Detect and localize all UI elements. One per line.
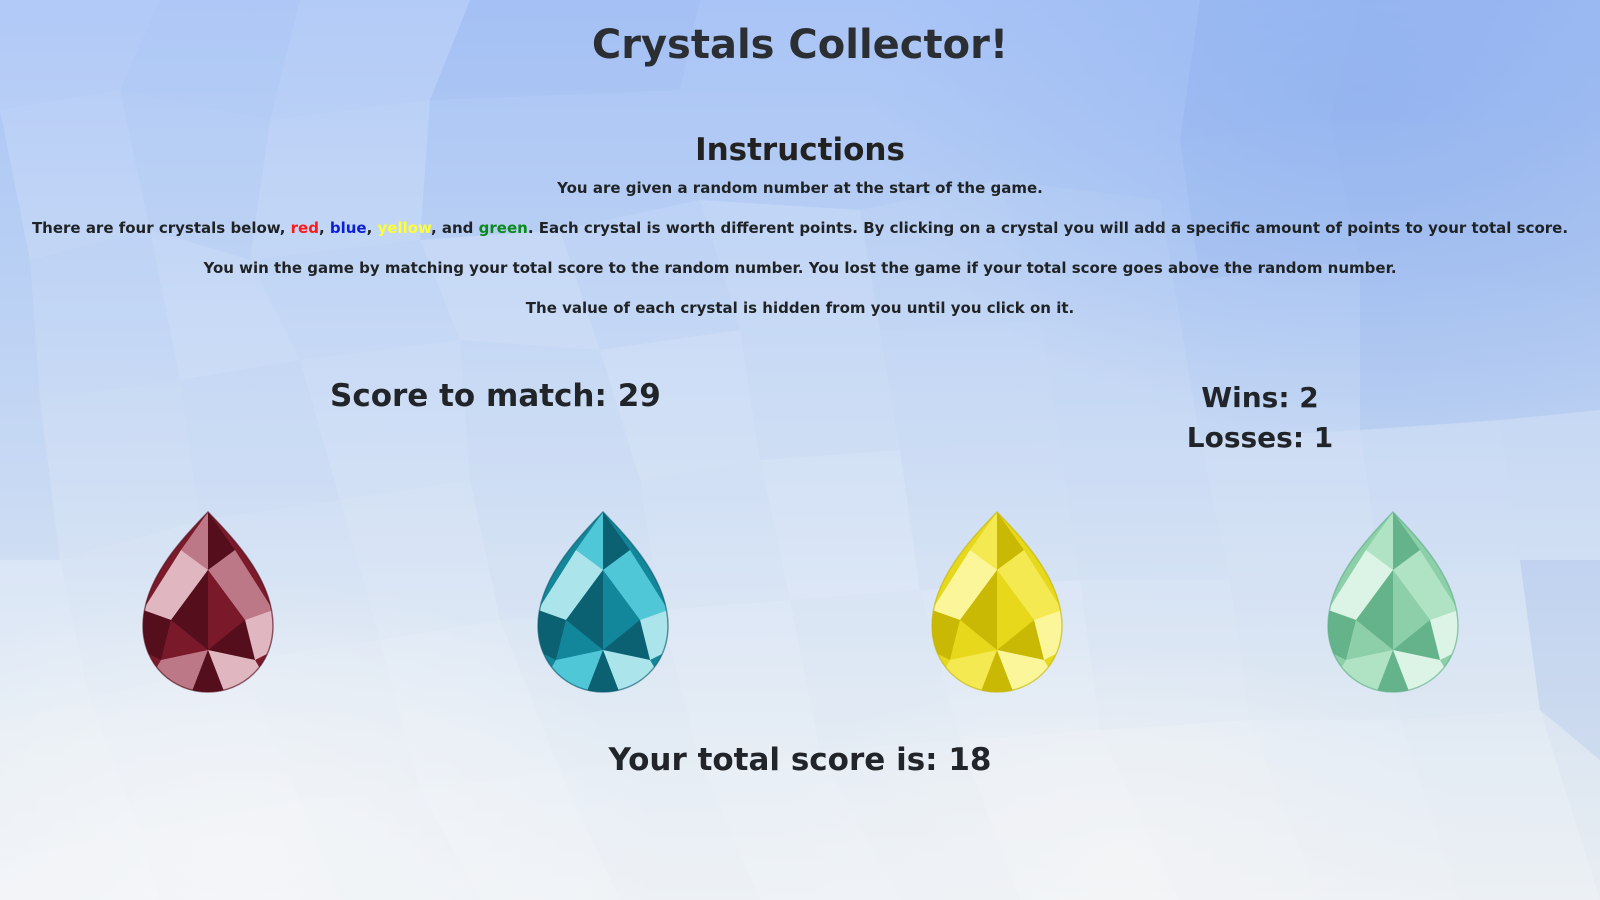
instruction-sep-3: , and: [430, 219, 479, 237]
instruction-blue-word: blue: [329, 219, 367, 237]
total-score-label: Your total score is:: [608, 742, 949, 778]
red-crystal-button[interactable]: [141, 510, 275, 694]
instruction-sep-1: ,: [318, 219, 330, 237]
instruction-line-2-suffix: . Each crystal is worth different points…: [527, 219, 1569, 237]
crystal-gem-icon: [931, 510, 1063, 693]
instruction-green-word: green: [478, 219, 528, 237]
losses-counter: Losses: 1: [1160, 418, 1360, 458]
yellow-crystal-button[interactable]: [930, 510, 1064, 694]
instruction-sep-2: ,: [366, 219, 378, 237]
total-score-value: 18: [948, 742, 992, 778]
instruction-yellow-word: yellow: [377, 219, 431, 237]
instructions-section: Instructions You are given a random numb…: [0, 132, 1600, 318]
crystal-gem-icon: [537, 510, 669, 693]
crystal-gem-icon: [1327, 510, 1459, 693]
crystal-gem-icon: [142, 510, 274, 693]
instruction-line-2-prefix: There are four crystals below,: [31, 219, 291, 237]
win-loss-tally: Wins: 2 Losses: 1: [1160, 378, 1360, 458]
instruction-line-1: You are given a random number at the sta…: [557, 179, 1043, 197]
game-container: Crystals Collector! Instructions You are…: [0, 0, 1600, 900]
blue-crystal-button[interactable]: [536, 510, 670, 694]
wins-value: 2: [1299, 381, 1319, 414]
wins-counter: Wins: 2: [1160, 378, 1360, 418]
green-crystal-button[interactable]: [1326, 510, 1460, 694]
score-to-match: Score to match: 29: [330, 378, 661, 414]
losses-value: 1: [1313, 421, 1334, 454]
instruction-line-4: The value of each crystal is hidden from…: [525, 299, 1075, 317]
score-to-match-value: 29: [617, 378, 661, 414]
total-score: Your total score is: 18: [0, 742, 1600, 778]
wins-label: Wins:: [1201, 381, 1300, 414]
instruction-red-word: red: [290, 219, 319, 237]
instructions-heading: Instructions: [695, 132, 905, 168]
losses-label: Losses:: [1186, 421, 1314, 454]
instruction-line-2: There are four crystals below, red, blue…: [0, 218, 1600, 238]
game-title: Crystals Collector!: [591, 22, 1009, 68]
instruction-line-3: You win the game by matching your total …: [203, 259, 1397, 277]
score-to-match-label: Score to match:: [330, 378, 618, 414]
